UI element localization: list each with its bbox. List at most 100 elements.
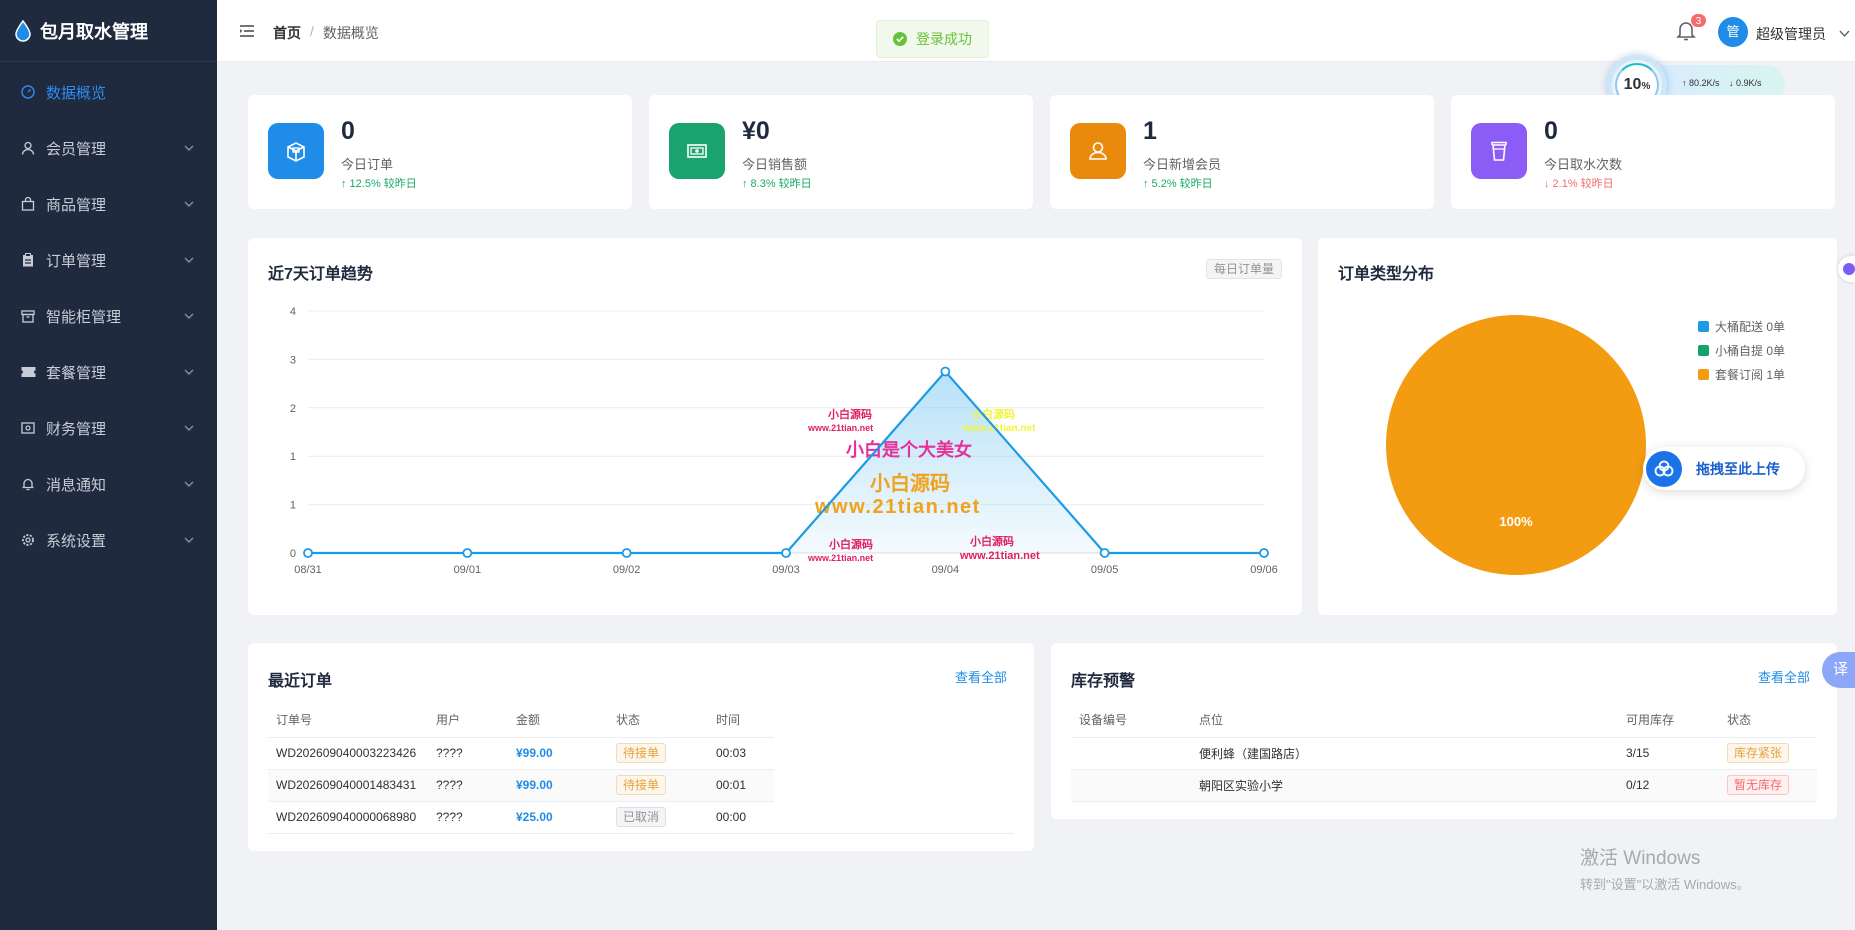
x-tick-label: 08/31	[294, 564, 322, 576]
data-point[interactable]	[781, 548, 791, 558]
avatar[interactable]: 管	[1718, 17, 1748, 47]
watermark-url-a: www.21tian.net	[807, 423, 873, 433]
status-badge: 暂无库存	[1727, 775, 1790, 795]
view-all-orders-link[interactable]: 查看全部	[955, 667, 1007, 686]
chevron-down-icon	[184, 313, 194, 319]
sidebar-item-settings[interactable]: 系统设置	[0, 512, 217, 568]
stat-card-orders: 0 今日订单 ↑ 12.5% 较昨日	[248, 95, 632, 209]
menu-toggle-icon[interactable]	[239, 24, 255, 38]
watermark-brand-url: www.21tian.net	[814, 496, 981, 518]
area-fill	[308, 371, 1264, 553]
legend-item[interactable]: 大桶配送 0单	[1698, 314, 1785, 338]
table-row[interactable]: 朝阳区实验小学 0/12 暂无库存	[1071, 769, 1817, 802]
data-point[interactable]	[462, 548, 473, 558]
pie-slice-subscription[interactable]: 100%	[1386, 315, 1646, 575]
order-id: WD202609040001483431	[268, 769, 428, 802]
stat-value: 0	[341, 117, 355, 145]
order-status-cell: 待接单	[608, 737, 708, 770]
dashboard-icon	[20, 84, 36, 100]
device-id	[1071, 769, 1191, 802]
drag-upload-button[interactable]: 拖拽至此上传	[1643, 447, 1805, 490]
breadcrumb-separator: /	[310, 23, 314, 39]
breadcrumb-home[interactable]: 首页	[273, 23, 301, 43]
table-row[interactable]: WD202609040001483431 ???? ¥99.00 待接单 00:…	[268, 769, 1014, 802]
watermark-text-a: 小白源码	[827, 407, 872, 421]
stat-card-water: 0 今日取水次数 ↓ 2.1% 较昨日	[1451, 95, 1835, 209]
legend-item[interactable]: 小桶自提 0单	[1698, 338, 1785, 362]
order-trend-card: 近7天订单趋势 每日订单量 0 1 1 2 3 4 小白源码 www.21tian.net…	[248, 238, 1302, 615]
notification-badge: 3	[1690, 13, 1707, 28]
stat-card-members: 1 今日新增会员 ↑ 5.2% 较昨日	[1050, 95, 1434, 209]
order-time: 00:03	[708, 737, 774, 770]
sidebar-item-notifications[interactable]: 消息通知	[0, 456, 217, 512]
order-type-card: 订单类型分布 大桶配送 0单 小桶自提 0单 套餐订阅 1单 100%	[1318, 238, 1837, 615]
sidebar-item-finance[interactable]: 财务管理	[0, 400, 217, 456]
stat-label: 今日订单	[341, 157, 394, 172]
order-id: WD202609040003223426	[268, 737, 428, 770]
username[interactable]: 超级管理员	[1756, 24, 1826, 44]
stat-label: 今日销售额	[742, 157, 808, 172]
sidebar-item-products[interactable]: 商品管理	[0, 176, 217, 232]
side-assistant-button[interactable]	[1838, 256, 1855, 282]
column-header: 金额	[508, 703, 608, 738]
sidebar-item-label: 数据概览	[46, 84, 107, 102]
toast-message: 登录成功	[916, 31, 972, 47]
column-header: 订单号	[268, 703, 428, 738]
sidebar-item-packages[interactable]: 套餐管理	[0, 344, 217, 400]
top-header: 首页 / 数据概览 登录成功 3 管 超级管理员	[217, 0, 1855, 62]
grid-lines	[308, 310, 1264, 554]
cloud-upload-icon	[1646, 450, 1682, 487]
data-point[interactable]	[303, 548, 313, 558]
sidebar-item-label: 套餐管理	[46, 364, 107, 382]
order-status-cell: 已取消	[608, 801, 708, 834]
table-row[interactable]: WD202609040000068980 ???? ¥25.00 已取消 00:…	[268, 801, 1014, 834]
translate-button[interactable]: 译	[1822, 652, 1855, 688]
chevron-down-icon	[184, 425, 194, 431]
clipboard-icon	[20, 252, 36, 268]
watermark-text-b: 小白源码	[970, 407, 1015, 421]
table-row[interactable]: WD202609040003223426 ???? ¥99.00 待接单 00:…	[268, 737, 1014, 770]
sidebar-item-members[interactable]: 会员管理	[0, 120, 217, 176]
daily-orders-tag[interactable]: 每日订单量	[1205, 259, 1282, 279]
success-toast: 登录成功	[876, 20, 989, 58]
legend-label: 大桶配送 0单	[1715, 319, 1786, 334]
brand: 包月取水管理	[0, 0, 217, 62]
recent-orders-card: 最近订单 查看全部 订单号 用户 金额 状态 时间 WD202609040003…	[248, 643, 1034, 851]
data-point[interactable]	[1099, 548, 1110, 558]
x-tick-label: 09/01	[454, 564, 482, 576]
activation-hint: 转到"设置"以激活 Windows。	[1580, 877, 1750, 892]
order-user: ????	[428, 769, 508, 802]
table-row[interactable]: 便利蜂（建国路店） 3/15 库存紧张	[1071, 737, 1817, 770]
order-amount: ¥99.00	[508, 737, 608, 770]
available-stock: 0/12	[1618, 769, 1719, 802]
legend-item[interactable]: 套餐订阅 1单	[1698, 362, 1785, 386]
data-point[interactable]	[1259, 548, 1269, 558]
chevron-down-icon	[184, 369, 194, 375]
stock-status-cell: 库存紧张	[1719, 737, 1817, 770]
pie-legend: 大桶配送 0单 小桶自提 0单 套餐订阅 1单	[1698, 314, 1785, 386]
chevron-down-icon[interactable]	[1839, 29, 1850, 38]
sidebar-item-cabinets[interactable]: 智能柜管理	[0, 288, 217, 344]
data-point[interactable]	[621, 548, 632, 558]
view-all-stock-link[interactable]: 查看全部	[1758, 667, 1810, 686]
order-time: 00:01	[708, 769, 774, 802]
x-tick-label: 09/04	[932, 564, 960, 576]
sidebar-item-orders[interactable]: 订单管理	[0, 232, 217, 288]
available-stock: 3/15	[1618, 737, 1719, 770]
x-tick-label: 09/03	[772, 564, 800, 576]
column-header: 可用库存	[1618, 703, 1719, 738]
box-icon	[268, 123, 324, 179]
data-point[interactable]	[940, 366, 951, 377]
upload-label: 拖拽至此上传	[1696, 460, 1780, 477]
y-tick-label: 0	[290, 548, 296, 560]
status-badge: 库存紧张	[1727, 743, 1790, 763]
legend-swatch	[1698, 344, 1709, 356]
legend-label: 小桶自提 0单	[1715, 343, 1786, 358]
order-user: ????	[428, 801, 508, 834]
sidebar-item-dashboard[interactable]: 数据概览	[0, 64, 217, 120]
sidebar: 包月取水管理 数据概览 会员管理 商品管理 订单管理 智能柜管理 套餐管理 财务…	[0, 0, 217, 930]
stock-alert-table: 设备编号 点位 可用库存 状态 便利蜂（建国路店） 3/15 库存紧张 朝阳区实…	[1071, 703, 1817, 802]
column-header: 时间	[708, 703, 774, 738]
breadcrumb: 首页 / 数据概览	[273, 23, 379, 43]
x-tick-label: 09/06	[1250, 564, 1278, 576]
